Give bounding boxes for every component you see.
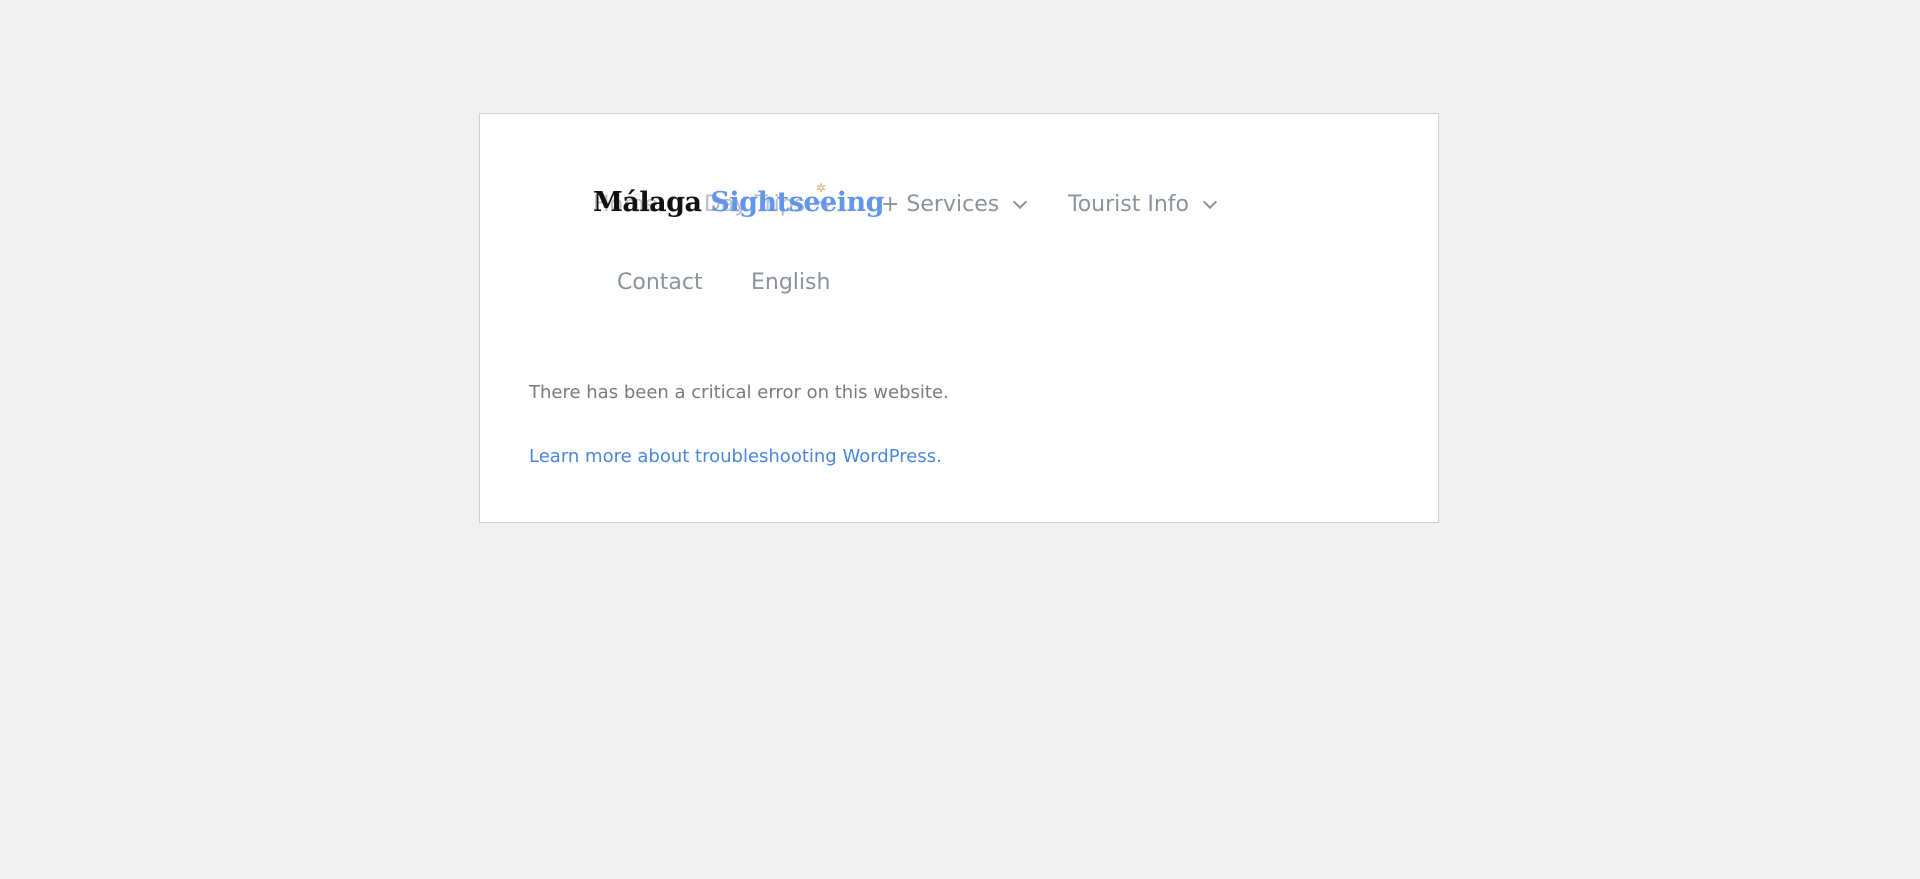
- nav-item-tourist-info[interactable]: Tourist Info: [1068, 192, 1218, 217]
- nav-item-label: + Services: [881, 192, 1000, 217]
- error-card: Málaga Sightseeing ✲ Home Day Trips + Se…: [479, 113, 1439, 523]
- nav-item-label: Tourist Info: [1068, 192, 1189, 217]
- chevron-down-icon: [1202, 194, 1218, 210]
- site-logo[interactable]: Málaga Sightseeing ✲: [593, 182, 884, 218]
- error-message: There has been a critical error on this …: [529, 382, 949, 403]
- logo-text-malaga: Málaga: [593, 187, 702, 218]
- nav-item-services[interactable]: + Services: [881, 192, 1028, 217]
- troubleshooting-link[interactable]: Learn more about troubleshooting WordPre…: [529, 446, 942, 467]
- logo-text-sightseeing: Sightseeing: [710, 187, 884, 218]
- nav-item-contact[interactable]: Contact: [617, 272, 703, 294]
- nav-item-english[interactable]: English: [751, 272, 830, 294]
- logo-star-icon: ✲: [816, 181, 826, 195]
- nav-item-label: English: [751, 270, 831, 295]
- chevron-down-icon: [1013, 194, 1028, 210]
- nav-item-label: Contact: [617, 270, 703, 295]
